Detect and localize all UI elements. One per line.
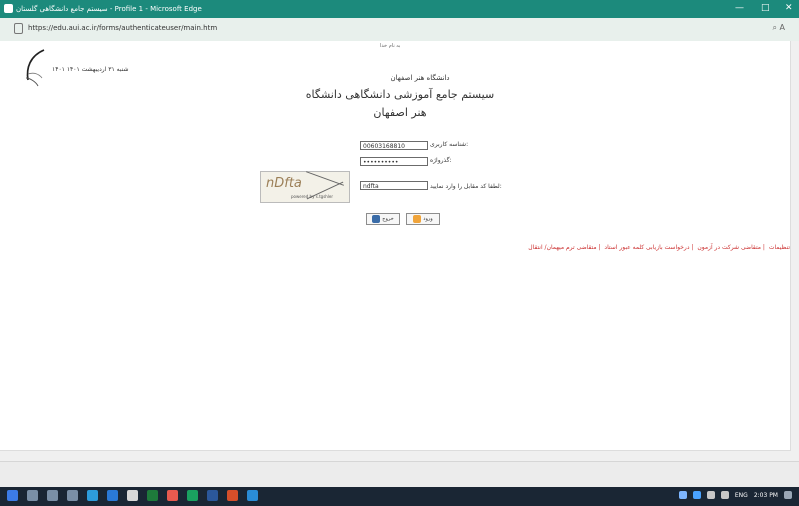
footer-links: تنظیمات | متقاضی شرکت در آزمون | درخواست… <box>528 244 790 251</box>
mail-icon[interactable] <box>147 490 158 501</box>
link-settings[interactable]: تنظیمات <box>769 244 790 251</box>
login-label: ورود <box>423 216 433 222</box>
university-name: دانشگاه هنر اصفهان <box>390 74 450 82</box>
url-text[interactable]: https://edu.aui.ac.ir/forms/authenticate… <box>28 24 217 32</box>
tray-icon[interactable] <box>678 491 687 499</box>
app-icon[interactable] <box>247 490 258 501</box>
captcha-label: لطفا کد مقابل را وارد نمایید: <box>430 183 502 190</box>
address-bar-icons[interactable]: ⌕ A <box>773 23 786 33</box>
clock[interactable]: 2:03 PM <box>754 492 778 499</box>
exit-button[interactable]: خروج <box>366 213 400 225</box>
username-input[interactable]: 00603168810 <box>360 141 428 150</box>
network-icon[interactable] <box>706 491 715 499</box>
login-form: شناسه کاربری: 00603168810 گذرواژه: •••••… <box>255 137 535 227</box>
search-icon[interactable] <box>27 490 38 501</box>
username-label: شناسه کاربری: <box>430 141 469 148</box>
system-title: سیستم جامع آموزشی دانشگاهی دانشگاه هنر ا… <box>305 88 495 119</box>
minimize-button[interactable]: — <box>735 3 744 13</box>
address-bar[interactable]: https://edu.aui.ac.ir/forms/authenticate… <box>0 18 799 42</box>
close-button[interactable]: ✕ <box>785 3 793 13</box>
store-icon[interactable] <box>127 490 138 501</box>
taskbar-right: ENG 2:03 PM <box>678 491 792 499</box>
edge-icon[interactable] <box>87 490 98 501</box>
university-logo <box>25 49 45 87</box>
password-input[interactable]: •••••••••• <box>360 157 428 166</box>
word-icon[interactable] <box>207 490 218 501</box>
tray-icon[interactable] <box>692 491 701 499</box>
notification-icon[interactable] <box>784 491 792 499</box>
maximize-button[interactable]: □ <box>761 3 770 13</box>
taskbar-left-icons <box>0 490 258 501</box>
taskbar: ENG 2:03 PM <box>0 487 799 506</box>
captcha-image: nDfta powered by s.tgshler <box>260 171 350 203</box>
chrome-icon[interactable] <box>167 490 178 501</box>
excel-icon[interactable] <box>187 490 198 501</box>
captcha-image-text: nDfta <box>266 176 302 191</box>
window-title: سیستم جامع دانشگاهی گلستان - Profile 1 -… <box>16 5 202 13</box>
cortana-icon[interactable] <box>47 490 58 501</box>
task-view-icon[interactable] <box>67 490 78 501</box>
exit-icon <box>372 215 381 223</box>
powerpoint-icon[interactable] <box>227 490 238 501</box>
link-exam-applicant[interactable]: متقاضی شرکت در آزمون <box>697 244 761 251</box>
welcome-text: به نام خدا <box>380 43 401 49</box>
language-indicator[interactable]: ENG <box>735 492 748 499</box>
captcha-input[interactable]: ndfta <box>360 181 428 190</box>
link-guest-transfer[interactable]: متقاضی ترم میهمان/ انتقال <box>528 244 596 251</box>
lock-icon <box>14 23 23 34</box>
date-text: ۱۴۰۱ شنبه ۳۱ اردیبهشت ۱۴۰۱ <box>52 66 129 73</box>
page-footer-strip <box>0 461 799 488</box>
link-password-recovery[interactable]: درخواست بازیابی کلمه عبور استاد <box>604 244 689 251</box>
windows-icon[interactable] <box>7 490 18 501</box>
login-button[interactable]: ورود <box>406 213 440 225</box>
exit-label: خروج <box>382 216 394 222</box>
login-icon <box>413 215 422 223</box>
volume-icon[interactable] <box>720 491 729 499</box>
browser-titlebar: سیستم جامع دانشگاهی گلستان - Profile 1 -… <box>0 0 799 18</box>
file-explorer-icon[interactable] <box>107 490 118 501</box>
password-label: گذرواژه: <box>430 157 452 164</box>
edge-app-icon <box>4 4 13 13</box>
vertical-scrollbar[interactable] <box>790 41 799 461</box>
